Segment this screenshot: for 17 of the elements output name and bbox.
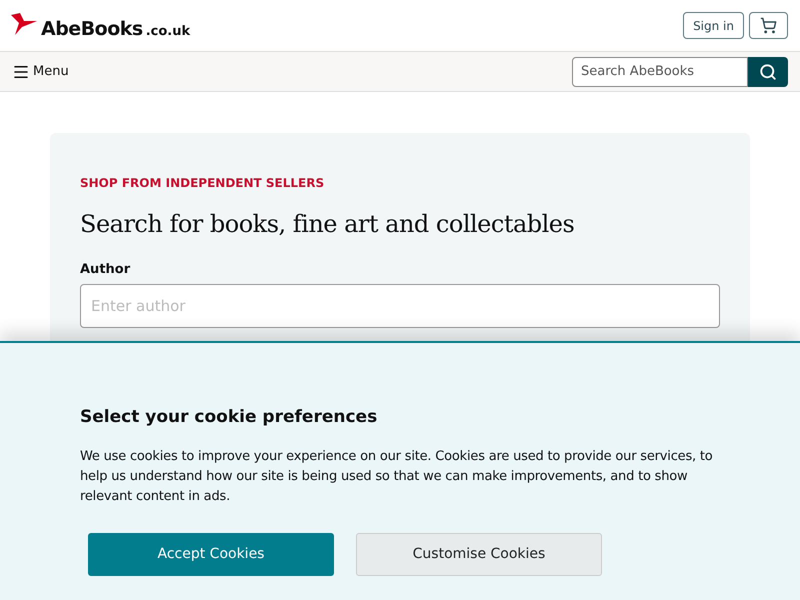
cookie-title: Select your cookie preferences (80, 406, 378, 429)
search-button[interactable] (748, 56, 788, 86)
author-field[interactable]: Enter author (80, 284, 720, 328)
search-icon (759, 62, 777, 80)
sign-in-button[interactable]: Sign in (683, 12, 744, 39)
search-field[interactable]: Search AbeBooks (572, 56, 748, 86)
menu-button[interactable]: Menu (12, 62, 69, 82)
eyebrow-text: SHOP FROM INDEPENDENT SELLERS (80, 175, 326, 192)
logo-suffix: .co.uk (146, 24, 190, 38)
logo-name[interactable]: AbeBooks (41, 20, 143, 38)
field-label: Author (80, 261, 132, 279)
cart-icon (760, 17, 777, 34)
search-title: Search for books, fine art and collectables (80, 209, 576, 240)
cart-button[interactable] (749, 12, 788, 39)
accept-button[interactable]: Accept Cookies (88, 532, 334, 576)
cookie-text: We use cookies to improve your experience on our site. Cookies are used to provide our services, to help us understand how our site is being used so that we can make improvements, and to show relevant content in ads. (80, 448, 714, 506)
customise-button[interactable]: Customise Cookies (356, 532, 602, 576)
